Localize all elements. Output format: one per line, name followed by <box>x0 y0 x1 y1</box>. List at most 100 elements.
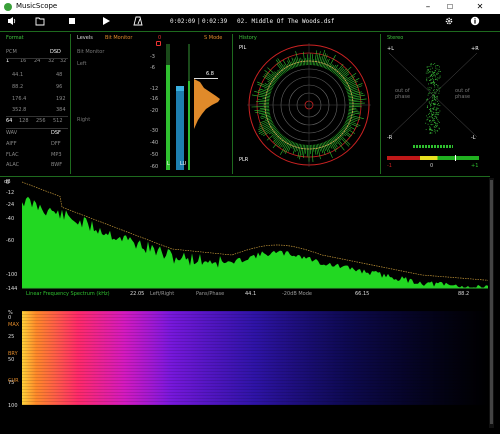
stereo-dot <box>434 85 435 86</box>
stereo-dot <box>437 85 439 86</box>
format-dsd-512: 512 <box>53 118 63 124</box>
meter-scale-label: -16 <box>150 96 159 102</box>
stereo-dot <box>435 65 437 67</box>
spectrum-khz-label: 66.15 <box>355 291 370 297</box>
meter-right-bar <box>176 86 184 170</box>
stereo-dot <box>429 119 430 121</box>
spectrum-khz-label: 44.1 <box>245 291 257 297</box>
stereo-dot <box>427 118 429 120</box>
stereo-dot <box>435 117 437 119</box>
stereo-dot <box>432 77 433 79</box>
stereo-dot <box>431 108 433 110</box>
minimize-button[interactable]: – <box>418 0 438 14</box>
peak-value: 6.8 <box>206 71 214 77</box>
stereo-dot <box>433 119 435 121</box>
history-spike <box>262 98 270 100</box>
history-spike <box>256 101 270 103</box>
settings-icon[interactable] <box>443 16 455 28</box>
db-mode-button[interactable]: -20dB Mode <box>282 291 312 297</box>
corr-plus-label: +1 <box>471 163 479 169</box>
stereo-dot <box>431 116 432 118</box>
format-pcm: PCM <box>6 49 17 55</box>
stereo-dot <box>434 97 436 98</box>
format-title: Format <box>6 35 24 41</box>
spectrum-db-label: -24 <box>6 202 15 208</box>
stereo-dot <box>436 126 438 127</box>
stereo-dot <box>431 114 433 115</box>
stereo-dot <box>438 71 440 72</box>
stereo-dot <box>432 118 434 119</box>
total-time: 0:02:39 <box>202 18 228 25</box>
stereo-dot <box>429 70 430 72</box>
bit-monitor-mode-button[interactable]: Bit Monitor <box>105 35 132 41</box>
stereo-dot <box>436 73 437 75</box>
stereo-dot <box>438 69 440 71</box>
left-right-button[interactable]: Left/Right <box>150 291 174 297</box>
stereo-dot <box>429 80 430 81</box>
top-divider <box>0 31 500 32</box>
stereo-dot <box>433 96 435 98</box>
close-button[interactable]: ✕ <box>470 0 490 14</box>
vertical-scrollbar[interactable] <box>489 178 494 428</box>
history-spike <box>311 54 313 66</box>
stereo-dot <box>438 112 440 114</box>
info-icon[interactable] <box>469 16 481 28</box>
balance-strip <box>413 145 453 148</box>
stereo-dot <box>435 91 437 93</box>
scrollbar-thumb[interactable] <box>490 180 493 424</box>
history-spike <box>341 128 352 137</box>
stereo-dot <box>427 98 428 100</box>
stereo-dot <box>428 113 429 115</box>
stereo-dot <box>436 97 438 99</box>
history-spike <box>319 143 324 154</box>
volume-icon[interactable] <box>6 16 18 28</box>
stereo-dot <box>437 65 439 66</box>
stereo-dot <box>429 87 431 89</box>
spectrum-mode-label[interactable]: Linear Frequency Spectrum (kHz) <box>26 291 110 297</box>
stereo-dot <box>432 64 434 65</box>
sonogram-y-label: 100 <box>8 403 18 409</box>
pans-phase-button[interactable]: Pans/Phase <box>196 291 224 297</box>
meter-scale-label: -12 <box>150 86 159 92</box>
history-spike <box>257 81 273 90</box>
bit-monitor-label: Bit Monitor <box>77 49 105 55</box>
stereo-dot <box>438 90 440 92</box>
folder-icon[interactable] <box>34 16 46 28</box>
spectrum-khz-label: 22.05 <box>130 291 145 297</box>
meter-scale-label: -40 <box>150 140 159 146</box>
stop-icon[interactable] <box>66 16 78 28</box>
meter-lu-fill <box>188 80 190 170</box>
stereo-dot <box>428 72 430 73</box>
stereo-dot <box>437 112 439 113</box>
out-of-phase-right: out of phase <box>455 88 471 100</box>
spectrum-db-label: -144 <box>6 286 18 292</box>
track-title: 02. Middle Of The Woods.dsf <box>237 18 335 25</box>
stereo-dot <box>428 92 430 94</box>
meter-lu-track <box>188 44 190 170</box>
stereo-dot <box>433 103 435 105</box>
stereo-dot <box>435 99 437 101</box>
stereo-dot <box>434 102 436 104</box>
meter-scale-label: -20 <box>150 108 159 114</box>
history-spike <box>267 67 280 79</box>
s-mode-button[interactable]: S Mode <box>204 35 222 41</box>
stereo-dot <box>435 126 437 128</box>
maximize-button[interactable]: ☐ <box>440 0 460 14</box>
stereo-dot <box>433 102 435 104</box>
stereo-dot <box>437 104 439 106</box>
stereo-dot <box>434 106 436 108</box>
stereo-dot <box>426 80 428 82</box>
sonogram-empty-area <box>22 405 488 425</box>
spectrum-khz-label: 88.2 <box>458 291 470 297</box>
play-icon[interactable] <box>100 16 112 28</box>
stereo-dot <box>434 86 436 88</box>
sonogram-y-label: 50 <box>8 357 15 363</box>
metronome-icon[interactable] <box>132 16 144 28</box>
stereo-dot <box>429 110 431 112</box>
spectrum-db-label: -40 <box>6 216 15 222</box>
stereo-dot <box>429 129 431 131</box>
history-spike <box>251 94 270 99</box>
history-divider <box>380 34 381 174</box>
stereo-dot <box>431 111 433 112</box>
stereo-dot <box>436 108 438 110</box>
